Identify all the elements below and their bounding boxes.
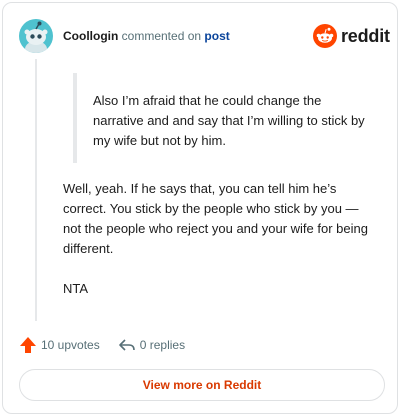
reply-arrow-icon <box>118 339 135 351</box>
quote-text: Also I’m afraid that he could change the… <box>93 93 365 148</box>
thread-line <box>35 59 37 321</box>
view-more-button[interactable]: View more on Reddit <box>19 369 385 401</box>
reply-count: 0 replies <box>139 338 186 352</box>
comment-footer: 10 upvotes 0 replies <box>19 335 185 355</box>
author-link[interactable]: Coollogin <box>63 29 118 43</box>
user-avatar[interactable] <box>19 19 53 53</box>
upvote-arrow-icon <box>20 337 36 353</box>
comment-paragraph: NTA <box>63 281 89 296</box>
byline-action: commented on <box>121 29 202 43</box>
comment-body: Well, yeah. If he says that, you can tel… <box>63 179 379 299</box>
reddit-wordmark: reddit <box>341 25 390 46</box>
comment-paragraph: Well, yeah. If he says that, you can tel… <box>63 181 368 256</box>
comment-embed-card: Coollogin commented on post reddit Also … <box>2 2 398 414</box>
byline: Coollogin commented on post <box>63 28 230 44</box>
replies-control[interactable]: 0 replies <box>118 336 185 354</box>
upvote-count: 10 upvotes <box>41 338 100 352</box>
blockquote: Also I’m afraid that he could change the… <box>73 73 373 163</box>
snoo-avatar-icon <box>19 19 53 53</box>
upvote-control[interactable]: 10 upvotes <box>19 336 100 354</box>
post-link[interactable]: post <box>204 29 229 43</box>
reddit-logo[interactable]: reddit <box>313 23 390 49</box>
reddit-snoo-logo-icon <box>313 24 337 48</box>
